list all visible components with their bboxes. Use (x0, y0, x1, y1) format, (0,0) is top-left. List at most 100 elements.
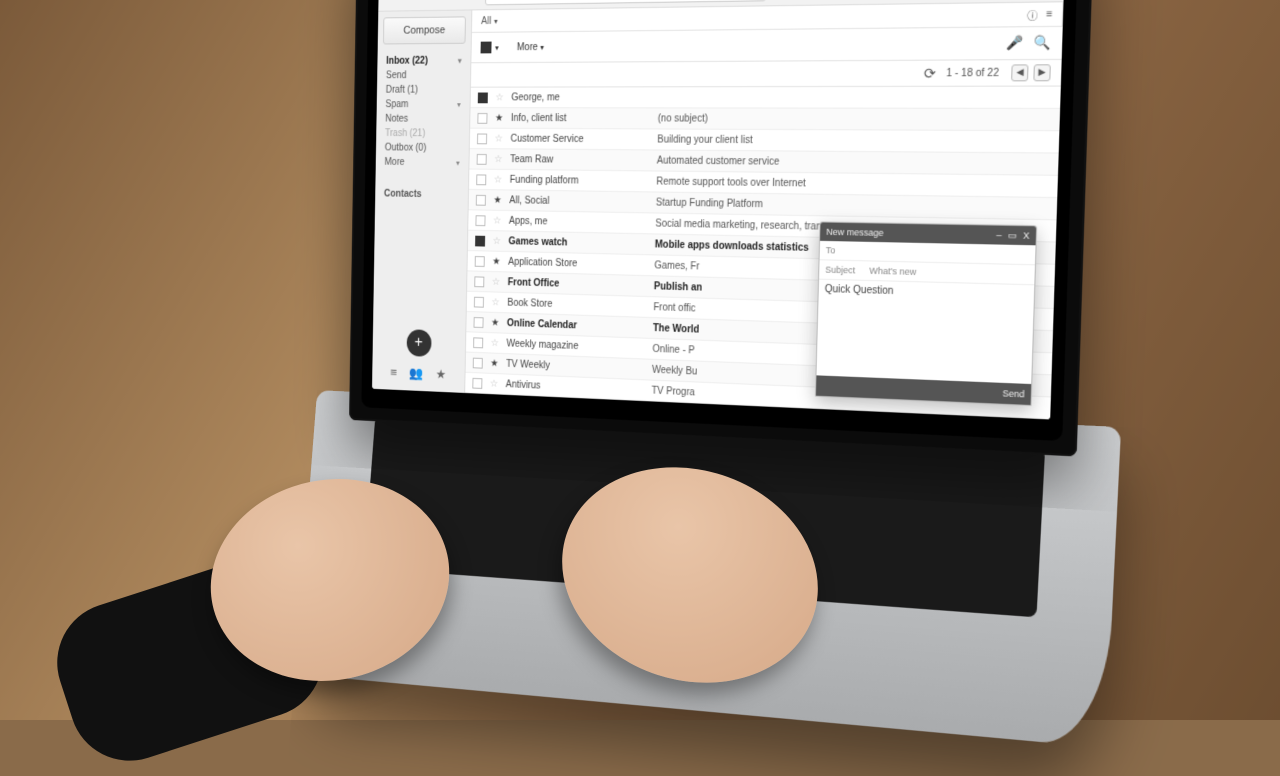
mail-main-pane: All ▾ ⓘ ≡ ▾ More (465, 2, 1063, 419)
sidebar-folder-item[interactable]: Outbox (0) (376, 141, 469, 156)
info-icon[interactable]: ⓘ (1027, 6, 1038, 22)
mail-star-icon[interactable]: ☆ (493, 174, 502, 185)
mail-star-icon[interactable]: ☆ (489, 419, 498, 420)
mail-star-icon[interactable]: ★ (492, 256, 501, 267)
more-label: More (517, 42, 538, 53)
pager-prev-button[interactable]: ◀ (1011, 64, 1028, 81)
mic-icon[interactable]: 🎤 (1006, 35, 1024, 52)
mail-sender: Customer Service (510, 133, 649, 145)
mail-checkbox[interactable] (472, 418, 482, 420)
compose-to-label: To (826, 245, 860, 256)
mail-sender: Antivirus (506, 379, 645, 396)
sidebar-folder-item[interactable]: Draft (1) (377, 83, 470, 98)
compose-subject-label: Subject (825, 264, 859, 275)
mail-checkbox[interactable] (473, 337, 483, 348)
sidebar-contacts[interactable]: Contacts (375, 179, 468, 210)
mail-sender: Front Office (508, 277, 647, 292)
mail-subject: (no subject) (658, 113, 1052, 125)
mail-checkbox[interactable] (477, 133, 487, 144)
app-window: – ▭ X Compose Inbox (22)▾ Send Draft (1)Sp… (372, 0, 1065, 419)
settings-menu-icon[interactable]: ≡ (1046, 8, 1053, 20)
mail-checkbox[interactable] (474, 317, 484, 328)
sidebar-folder-item[interactable]: Send (377, 68, 470, 83)
mail-checkbox[interactable] (477, 153, 487, 164)
sidebar-folder-item[interactable]: Spam▾ (377, 97, 470, 112)
compose-subject-value: What's new (869, 266, 916, 277)
compose-popup: New message – ▭ X To (815, 221, 1037, 406)
mail-row[interactable]: ★Info, client list(no subject) (470, 108, 1060, 131)
chevron-down-icon: ▾ (458, 56, 462, 65)
pager-range-label: 1 - 18 of 22 (946, 67, 999, 79)
folder-list: Inbox (22)▾ Send Draft (1)Spam▾NotesTrash … (376, 53, 471, 170)
mail-checkbox[interactable] (475, 215, 485, 226)
compose-maximize-button[interactable]: ▭ (1008, 230, 1017, 242)
mail-sender: Apps, me (509, 215, 648, 228)
folder-label: More (384, 157, 404, 168)
mail-star-icon[interactable]: ☆ (491, 297, 500, 308)
mail-checkbox[interactable] (475, 235, 485, 246)
mail-subject: Startup Funding Platform (656, 197, 1049, 214)
sidebar-folder-item[interactable]: Inbox (22)▾ (377, 53, 470, 68)
mail-star-icon[interactable]: ☆ (494, 154, 503, 165)
add-fab-button[interactable]: + (406, 329, 431, 357)
compose-body[interactable]: Quick Question (816, 280, 1034, 384)
mail-star-icon[interactable]: ☆ (492, 236, 501, 247)
mail-checkbox[interactable] (474, 276, 484, 287)
mail-star-icon[interactable]: ★ (493, 195, 502, 206)
mail-row[interactable]: ☆ George, me (470, 87, 1060, 109)
mail-checkbox[interactable] (473, 357, 483, 368)
folder-label: Outbox (0) (385, 143, 427, 154)
select-all-checkbox[interactable] (481, 42, 492, 54)
sidebar-folder-item[interactable]: Trash (21) (376, 126, 469, 141)
mail-star-icon[interactable]: ☆ (493, 215, 502, 226)
chevron-down-icon: ▾ (456, 159, 460, 168)
mail-star-icon[interactable]: ☆ (495, 92, 504, 103)
compose-button[interactable]: Compose (383, 16, 466, 44)
mail-checkbox[interactable] (474, 296, 484, 307)
people-icon[interactable]: 👥 (409, 366, 423, 382)
mail-star-icon[interactable]: ☆ (489, 378, 498, 389)
folder-label: Send (386, 70, 407, 81)
folder-label: Draft (1) (386, 85, 418, 96)
sidebar-folder-item[interactable]: More ▾ (376, 155, 469, 170)
more-dropdown[interactable]: More ▾ (517, 41, 563, 52)
mail-checkbox[interactable] (476, 194, 486, 205)
mail-star-icon[interactable]: ★ (491, 317, 500, 328)
mail-subject: Building your client list (657, 134, 1051, 148)
list-icon[interactable]: ≡ (390, 365, 397, 381)
mail-checkbox[interactable] (476, 174, 486, 185)
search-icon[interactable]: 🔍 (1034, 34, 1052, 51)
mail-checkbox[interactable] (472, 377, 482, 388)
compose-minimize-button[interactable]: – (996, 229, 1002, 241)
mail-checkbox[interactable] (475, 256, 485, 267)
mail-sender: All, Social (509, 195, 648, 208)
compose-send-button[interactable]: Send (1002, 388, 1024, 399)
mail-sender: Online Calendar (507, 318, 646, 334)
pager-next-button[interactable]: ▶ (1033, 64, 1051, 81)
mail-sender: George, me (511, 92, 651, 103)
pager-toolbar: ⟳ 1 - 18 of 22 ◀ ▶ (471, 60, 1062, 88)
refresh-button[interactable]: ⟳ (924, 64, 937, 82)
mail-sender: Funding platform (510, 174, 649, 187)
compose-close-button[interactable]: X (1023, 230, 1030, 242)
laptop-screen-frame: – ▭ X Compose Inbox (22)▾ Send Draft (1)Sp… (349, 0, 1094, 457)
chevron-down-icon: ▾ (540, 43, 544, 52)
select-chevron-icon[interactable]: ▾ (495, 43, 499, 52)
sidebar-folder-item[interactable]: Notes (376, 112, 469, 127)
mail-sender: TV Weekly (506, 358, 645, 374)
mail-star-icon[interactable]: ☆ (494, 133, 503, 144)
compose-popup-title: New message (826, 227, 884, 238)
search-input[interactable] (485, 0, 766, 5)
mail-sender: Games watch (508, 236, 647, 250)
mail-star-icon[interactable]: ☆ (491, 276, 500, 287)
mail-star-icon[interactable]: ☆ (490, 337, 499, 348)
selection-toolbar: ▾ More ▾ 🎤 🔍 (471, 27, 1062, 63)
star-icon[interactable]: ★ (436, 367, 447, 383)
mail-checkbox[interactable] (478, 92, 488, 103)
mail-star-icon[interactable]: ★ (495, 113, 504, 124)
folder-label: Trash (21) (385, 128, 425, 139)
mail-star-icon[interactable]: ★ (490, 358, 499, 369)
chevron-down-icon: ▾ (457, 100, 461, 109)
filter-all-dropdown[interactable]: All ▾ (481, 15, 498, 26)
mail-checkbox[interactable] (477, 113, 487, 124)
